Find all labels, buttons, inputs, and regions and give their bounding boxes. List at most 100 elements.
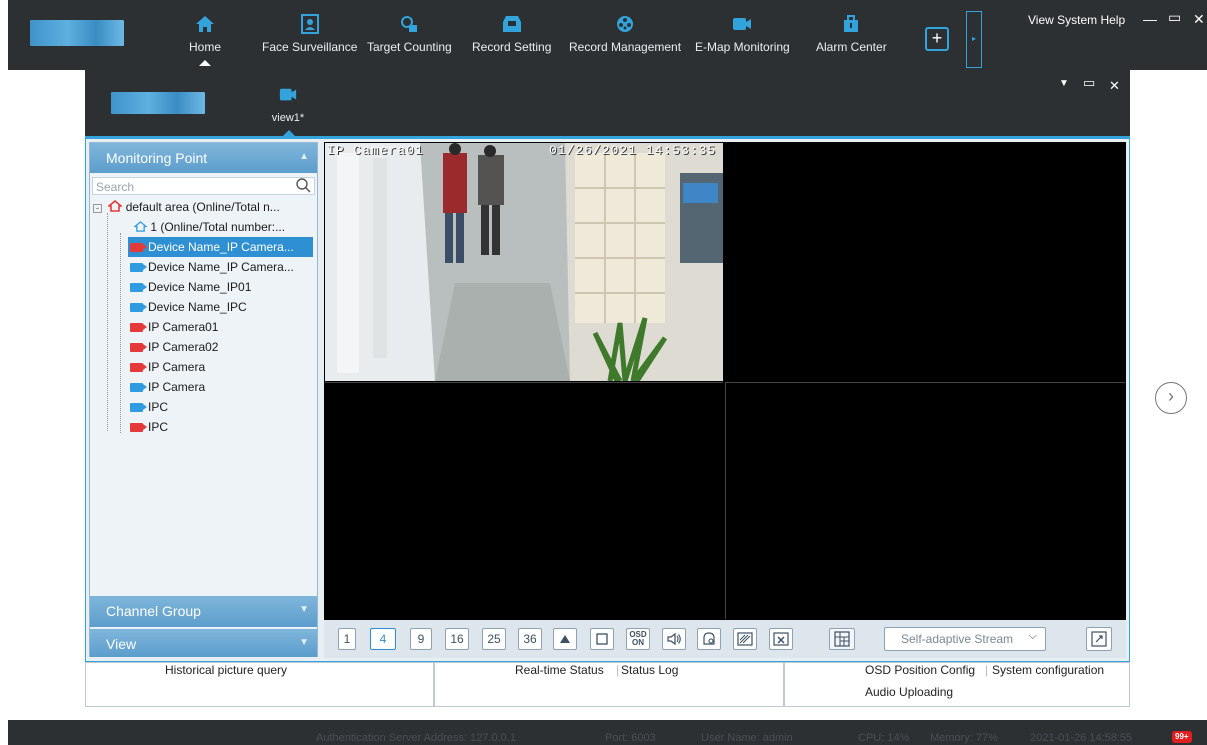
alarm-icon: [844, 15, 859, 32]
tree-item-label: IPC: [148, 400, 169, 414]
camera-online-icon: [130, 303, 147, 312]
tree-camera-row[interactable]: IP Camera: [128, 357, 315, 377]
video-cell-1[interactable]: IP Camera01 01/26/2021 14:53:35: [325, 143, 723, 381]
tree-camera-row[interactable]: IP Camera01: [128, 317, 315, 337]
status-log-link[interactable]: Status Log: [621, 663, 678, 677]
ptz-up-button[interactable]: [553, 628, 577, 650]
nav-target-counting[interactable]: Target Counting: [367, 14, 452, 64]
user-name: User Name: admin: [701, 732, 793, 744]
video-cell-4[interactable]: [725, 382, 1125, 619]
camera-online-icon: [130, 263, 147, 272]
target-icon: [401, 16, 418, 32]
film-icon: [617, 16, 634, 32]
tree-camera-row[interactable]: IPC: [128, 397, 315, 417]
nav-alarm-label: Alarm Center: [816, 40, 887, 54]
audio-uploading-link[interactable]: Audio Uploading: [865, 685, 953, 699]
nav-emap-monitoring[interactable]: E-Map Monitoring: [695, 14, 790, 64]
layout-36-button[interactable]: 36: [518, 628, 542, 650]
video-grid: IP Camera01 01/26/2021 14:53:35: [324, 142, 1126, 620]
system-configuration-link[interactable]: System configuration: [992, 663, 1104, 677]
view-window-header: view1* ▼ ▭ ✕: [85, 70, 1130, 136]
layout-1-button[interactable]: 1: [338, 628, 356, 650]
tree-item-label: default area (Online/Total n...: [125, 200, 280, 214]
layout-custom-button[interactable]: [829, 628, 855, 650]
monitoring-point-title: Monitoring Point: [106, 150, 208, 166]
video-cell-3[interactable]: [325, 382, 723, 619]
view-title: View: [106, 636, 137, 652]
tree-camera-row[interactable]: Device Name_IPC: [128, 297, 315, 317]
search-input[interactable]: Search: [92, 177, 315, 195]
fullscreen-button[interactable]: [1086, 627, 1112, 651]
tree-node-row[interactable]: 1 (Online/Total number:...: [133, 217, 315, 237]
historical-panel: Historical picture query: [85, 662, 434, 707]
next-page-button[interactable]: ›: [1155, 382, 1187, 414]
tab-scroll-handle[interactable]: ▸: [966, 11, 982, 68]
layout-16-button[interactable]: 16: [445, 628, 469, 650]
historical-picture-link[interactable]: Historical picture query: [165, 663, 287, 677]
osd-toggle-button[interactable]: OSD ON: [626, 628, 650, 650]
layout-4-button[interactable]: 4: [370, 628, 396, 650]
nav-home[interactable]: Home: [189, 14, 221, 66]
camera-icon: [279, 88, 297, 101]
tree-item-label: Device Name_IPC: [148, 300, 247, 314]
tree-area-row[interactable]: - default area (Online/Total n...: [93, 197, 315, 217]
tree-camera-row[interactable]: IP Camera02: [128, 337, 315, 357]
osd-position-config-link[interactable]: OSD Position Config: [865, 663, 975, 677]
monitoring-point-header[interactable]: Monitoring Point ▲: [90, 143, 317, 173]
tree-camera-row[interactable]: Device Name_IP Camera...: [128, 237, 313, 257]
nav-record-management[interactable]: Record Management: [569, 14, 681, 64]
nav-record-setting[interactable]: Record Setting: [472, 14, 551, 64]
tree-camera-row[interactable]: IPC: [128, 417, 315, 437]
tree-camera-row[interactable]: Device Name_IP Camera...: [128, 257, 315, 277]
tree-item-label: IPC: [148, 420, 169, 434]
alarm-count: 99+: [1175, 732, 1189, 741]
tab-view1[interactable]: view1*: [261, 86, 315, 128]
camera-offline-icon: [130, 243, 147, 252]
close-all-button[interactable]: [769, 628, 793, 650]
top-navigation-bar: Home Face Surveillance Target Counting R…: [8, 0, 1207, 70]
nav-target-label: Target Counting: [367, 40, 452, 54]
minimize-icon[interactable]: —: [1143, 11, 1157, 27]
nav-face-surveillance[interactable]: Face Surveillance: [262, 14, 357, 64]
talk-button[interactable]: [697, 628, 721, 650]
tree-item-label: Device Name_IP01: [148, 280, 252, 294]
camera-name-overlay: IP Camera01: [327, 143, 424, 158]
channel-group-header[interactable]: Channel Group ▼: [90, 596, 317, 627]
stream-select[interactable]: Self-adaptive Stream ⌵: [884, 627, 1046, 651]
alarm-badge[interactable]: 99+: [1172, 731, 1192, 743]
tree-item-label: 1 (Online/Total number:...: [150, 220, 286, 234]
close-icon[interactable]: ✕: [1193, 11, 1205, 28]
tree-item-label: IP Camera: [148, 360, 206, 374]
camera-online-icon: [130, 283, 147, 292]
close-icon[interactable]: ✕: [1109, 78, 1120, 94]
video-cell-2[interactable]: [725, 143, 1125, 381]
record-icon: [502, 16, 521, 32]
maximize-icon[interactable]: ▭: [1168, 9, 1181, 26]
layout-9-button[interactable]: 9: [410, 628, 432, 650]
grid-layout-icon: [834, 631, 850, 647]
realtime-status-link[interactable]: Real-time Status: [515, 663, 604, 677]
maximize-icon[interactable]: ▭: [1083, 75, 1095, 91]
view-header[interactable]: View ▼: [90, 628, 317, 657]
collapse-toggle-icon[interactable]: -: [93, 204, 102, 213]
camera-offline-icon: [130, 423, 147, 432]
camera-online-icon: [130, 383, 147, 392]
dropdown-icon[interactable]: ▼: [1059, 78, 1069, 89]
nav-alarm-center[interactable]: Alarm Center: [816, 14, 887, 64]
tree-item-label: Device Name_IP Camera...: [148, 240, 294, 254]
tree-camera-row[interactable]: IP Camera: [128, 377, 315, 397]
fullscreen-cell-button[interactable]: [590, 628, 614, 650]
layout-25-button[interactable]: 25: [482, 628, 506, 650]
arrow-up-icon: [560, 635, 570, 643]
tree-camera-row[interactable]: Device Name_IP01: [128, 277, 315, 297]
camera-icon: [733, 18, 752, 30]
osd-state-label: ON: [632, 638, 644, 647]
app-logo: [30, 20, 124, 46]
divider: |: [985, 663, 989, 677]
system-menu-label[interactable]: View System Help: [1028, 13, 1125, 27]
tab-view1-label: view1*: [271, 112, 305, 124]
snapshot-button[interactable]: [733, 628, 757, 650]
audio-button[interactable]: [662, 628, 686, 650]
tree-lines: [107, 213, 108, 431]
add-tab-button[interactable]: +: [925, 27, 949, 51]
